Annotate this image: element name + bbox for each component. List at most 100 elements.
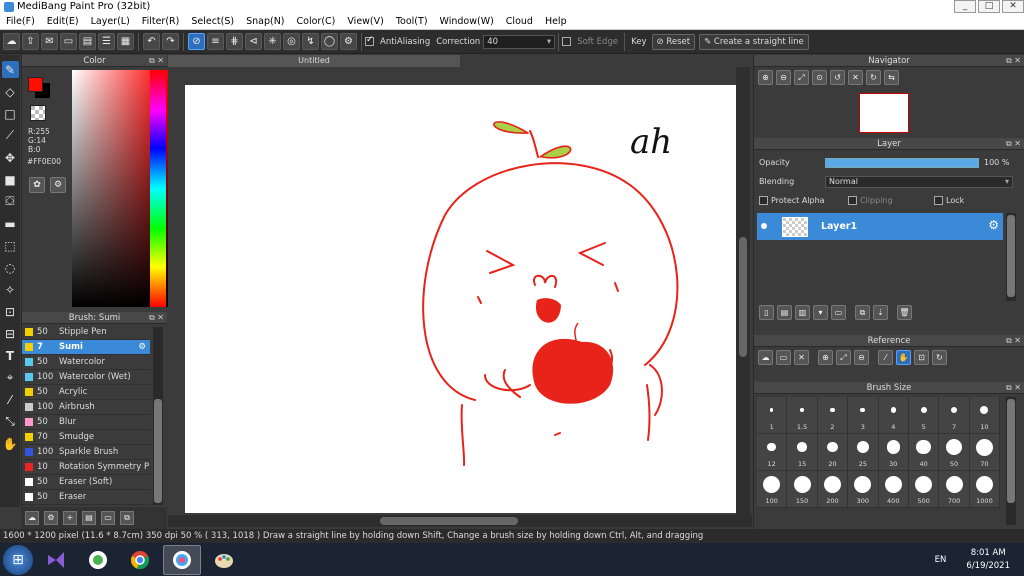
menu-snap[interactable]: Snap(N): [240, 14, 290, 29]
close-button[interactable]: ✕: [1002, 0, 1024, 13]
brush-item[interactable]: 50 Eraser: [22, 490, 150, 505]
palette-icon[interactable]: ✿: [29, 177, 45, 193]
opacity-slider[interactable]: [825, 158, 979, 168]
brush-item[interactable]: 7 Sumi ⚙: [22, 340, 150, 355]
zoom-out-icon[interactable]: ⊖: [776, 70, 791, 85]
clipping-checkbox[interactable]: [848, 196, 857, 205]
menu-window[interactable]: Window(W): [434, 14, 500, 29]
brush-size-option[interactable]: 150: [787, 471, 818, 508]
menu-tool[interactable]: Tool(T): [390, 14, 434, 29]
panel-buttons-icon[interactable]: ⧉ ✕: [1006, 382, 1021, 394]
brush-size-option[interactable]: 5: [908, 397, 940, 434]
brush-scrollbar[interactable]: [153, 327, 163, 505]
select-tool-icon[interactable]: ⬚: [2, 237, 19, 254]
vanishing-point-icon[interactable]: ⊲: [245, 33, 262, 50]
brush-item[interactable]: 100 Watercolor (Wet): [22, 370, 150, 385]
language-indicator[interactable]: EN: [935, 555, 947, 565]
taskbar-app-medibang[interactable]: [163, 544, 201, 575]
soft-edge-checkbox[interactable]: [562, 37, 572, 46]
select-pen-icon[interactable]: ⊡: [2, 303, 19, 320]
menu-view[interactable]: View(V): [341, 14, 389, 29]
brush-size-option[interactable]: 500: [908, 471, 940, 508]
gear-icon[interactable]: ⚙: [138, 342, 146, 352]
brush-size-option[interactable]: 300: [848, 471, 879, 508]
eyedropper-icon[interactable]: ⁄: [2, 391, 19, 408]
brush-size-option[interactable]: 100: [757, 471, 788, 508]
new-halftone-layer-icon[interactable]: ▤: [777, 305, 792, 320]
brush-size-option[interactable]: 3: [848, 397, 879, 434]
folder-icon[interactable]: ▭: [831, 305, 846, 320]
panel-buttons-icon[interactable]: ⧉ ✕: [149, 312, 164, 324]
brush-size-option[interactable]: 15: [787, 434, 818, 471]
brush-size-option[interactable]: 50: [939, 434, 970, 471]
magic-wand-icon[interactable]: ✧: [2, 281, 19, 298]
duplicate-layer-icon[interactable]: ⧉: [855, 305, 870, 320]
brush-item[interactable]: 100 Sparkle Brush: [22, 445, 150, 460]
bucket-tool-icon[interactable]: ⛋: [2, 193, 19, 210]
brush-size-option[interactable]: 12: [757, 434, 788, 471]
transform-icon[interactable]: ⤡: [2, 413, 19, 430]
radial-snap-icon[interactable]: ✳: [264, 33, 281, 50]
divide-tool-icon[interactable]: ⌖: [2, 369, 19, 386]
hand-icon[interactable]: ✋: [896, 350, 911, 365]
new-8bit-layer-icon[interactable]: ▥: [795, 305, 810, 320]
trash-icon[interactable]: 🗑: [897, 305, 912, 320]
menu-file[interactable]: File(F): [0, 14, 41, 29]
brush-size-option[interactable]: 30: [878, 434, 909, 471]
menu-help[interactable]: Help: [539, 14, 573, 29]
actual-size-icon[interactable]: ⊙: [812, 70, 827, 85]
close-reference-icon[interactable]: ✕: [794, 350, 809, 365]
maximize-button[interactable]: □: [978, 0, 1000, 13]
brush-item[interactable]: 50 Acrylic: [22, 385, 150, 400]
brush-item[interactable]: 70 Smudge: [22, 430, 150, 445]
redo-icon[interactable]: ↷: [162, 33, 179, 50]
brush-settings-icon[interactable]: ⚙: [44, 511, 58, 525]
brush-size-option[interactable]: 40: [908, 434, 940, 471]
rotate-left-icon[interactable]: ↺: [830, 70, 845, 85]
transparent-color-swatch[interactable]: [30, 105, 46, 121]
layer-scrollbar[interactable]: [1006, 213, 1016, 301]
rotate-icon[interactable]: ↻: [932, 350, 947, 365]
reset-rotation-icon[interactable]: ✕: [848, 70, 863, 85]
brush-item[interactable]: 50 Stipple Pen: [22, 325, 150, 340]
select-eraser-icon[interactable]: ⊟: [2, 325, 19, 342]
share-icon[interactable]: ⇪: [22, 33, 39, 50]
color-settings-icon[interactable]: ⚙: [50, 177, 66, 193]
lock-checkbox[interactable]: [934, 196, 943, 205]
add-layer-menu-icon[interactable]: ▾: [813, 305, 828, 320]
open-reference-icon[interactable]: ▭: [776, 350, 791, 365]
panel-buttons-icon[interactable]: ⧉ ✕: [149, 55, 164, 67]
protect-alpha-row[interactable]: Protect Alpha: [759, 196, 825, 205]
fit-screen-icon[interactable]: ⤢: [794, 70, 809, 85]
taskbar-app-paint[interactable]: [205, 545, 243, 575]
add-brush-icon[interactable]: +: [63, 511, 77, 525]
dot-tool-icon[interactable]: □: [2, 105, 19, 122]
brush-size-option[interactable]: 400: [878, 471, 909, 508]
cloud-icon[interactable]: ☁: [3, 33, 20, 50]
brush-item[interactable]: 100 Airbrush: [22, 400, 150, 415]
eraser-tool-icon[interactable]: ◇: [2, 83, 19, 100]
brush-size-option[interactable]: 7: [939, 397, 970, 434]
reset-button[interactable]: ⊘ Reset: [651, 33, 696, 50]
rotate-right-icon[interactable]: ↻: [866, 70, 881, 85]
brush-item[interactable]: 50 Watercolor: [22, 355, 150, 370]
navigator-thumbnail[interactable]: [859, 93, 909, 133]
panel-buttons-icon[interactable]: ⧉ ✕: [1006, 335, 1021, 347]
protect-alpha-checkbox[interactable]: [759, 196, 768, 205]
menu-cloud[interactable]: Cloud: [500, 14, 539, 29]
drawing-canvas[interactable]: ah: [185, 85, 738, 513]
brush-size-option[interactable]: 70: [969, 434, 1001, 471]
brush-size-option[interactable]: 1.5: [787, 397, 818, 434]
correction-select[interactable]: 40: [483, 34, 556, 49]
list-icon[interactable]: ☰: [98, 33, 115, 50]
brush-size-option[interactable]: 1000: [969, 471, 1001, 508]
line-tool-icon[interactable]: ⟋: [2, 127, 19, 144]
brush-tool-icon[interactable]: ✎: [1, 61, 19, 78]
brush-size-option[interactable]: 25: [848, 434, 879, 471]
lock-row[interactable]: Lock: [934, 196, 964, 205]
duplicate-brush-icon[interactable]: ⧉: [120, 511, 134, 525]
curve-snap-icon[interactable]: ↯: [302, 33, 319, 50]
crop-icon[interactable]: ⊡: [914, 350, 929, 365]
cloud-brush-icon[interactable]: ☁: [25, 511, 39, 525]
canvas-horizontal-scrollbar[interactable]: [168, 515, 752, 527]
